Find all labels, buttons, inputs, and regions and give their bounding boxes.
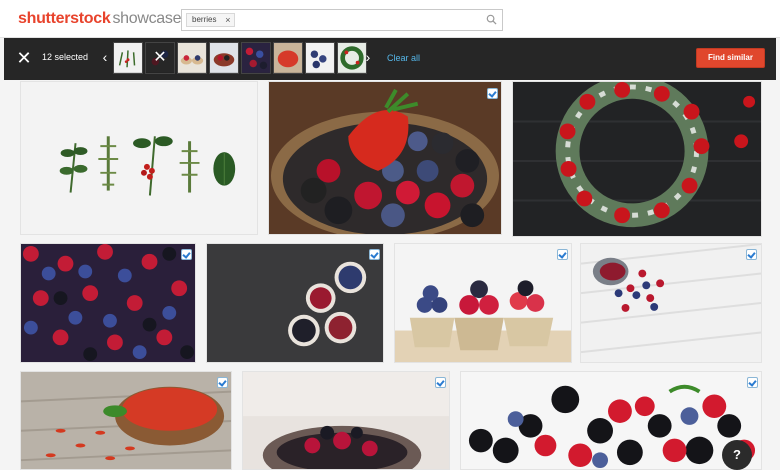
- result-image[interactable]: [20, 371, 232, 470]
- result-image[interactable]: [206, 243, 384, 363]
- selected-checkbox[interactable]: [217, 377, 228, 388]
- help-button[interactable]: ?: [722, 440, 752, 470]
- thumbnail[interactable]: [177, 42, 207, 74]
- result-image[interactable]: [512, 81, 762, 237]
- selected-checkbox[interactable]: [181, 249, 192, 260]
- selected-checkbox[interactable]: [557, 249, 568, 260]
- selected-count: 12 selected: [42, 52, 89, 62]
- find-similar-button[interactable]: Find similar: [696, 48, 765, 68]
- remove-thumbnail-icon[interactable]: ✕: [146, 43, 174, 73]
- result-image[interactable]: [460, 371, 762, 470]
- chevron-left-icon[interactable]: ‹: [99, 47, 111, 67]
- chip-remove-icon[interactable]: ×: [225, 14, 230, 26]
- search-input[interactable]: berries ×: [181, 9, 503, 31]
- selected-checkbox[interactable]: [435, 377, 446, 388]
- chevron-right-icon[interactable]: ›: [362, 47, 374, 67]
- chip-label: berries: [192, 15, 217, 24]
- selected-checkbox[interactable]: [747, 377, 758, 388]
- top-header: shutterstock showcase berries ×: [0, 0, 780, 38]
- result-image[interactable]: [268, 81, 502, 235]
- search-icon[interactable]: [486, 14, 497, 25]
- result-image[interactable]: [242, 371, 450, 470]
- thumbnail[interactable]: ✕: [145, 42, 175, 74]
- result-image[interactable]: [580, 243, 762, 363]
- search-chip: berries ×: [186, 13, 236, 27]
- thumbnail[interactable]: [209, 42, 239, 74]
- logo-brand: shutterstock: [18, 10, 111, 27]
- logo-sub: showcase: [112, 10, 182, 27]
- result-image[interactable]: [394, 243, 572, 363]
- result-image[interactable]: [20, 81, 258, 235]
- close-icon[interactable]: ✕: [16, 49, 32, 67]
- results-grid: [0, 80, 780, 470]
- selected-checkbox[interactable]: [746, 249, 757, 260]
- thumbnail[interactable]: [113, 42, 143, 74]
- result-image[interactable]: [20, 243, 196, 363]
- clear-all-link[interactable]: Clear all: [387, 53, 420, 63]
- thumbnail[interactable]: [241, 42, 271, 74]
- selected-checkbox[interactable]: [369, 249, 380, 260]
- shutterstock-showcase-logo[interactable]: shutterstock showcase: [18, 10, 181, 28]
- thumbnail[interactable]: [273, 42, 303, 74]
- selection-bar: ✕ 12 selected ‹ ✕ › Clear all Find simil: [4, 38, 776, 80]
- selected-checkbox[interactable]: [487, 88, 498, 99]
- thumbnail[interactable]: [305, 42, 335, 74]
